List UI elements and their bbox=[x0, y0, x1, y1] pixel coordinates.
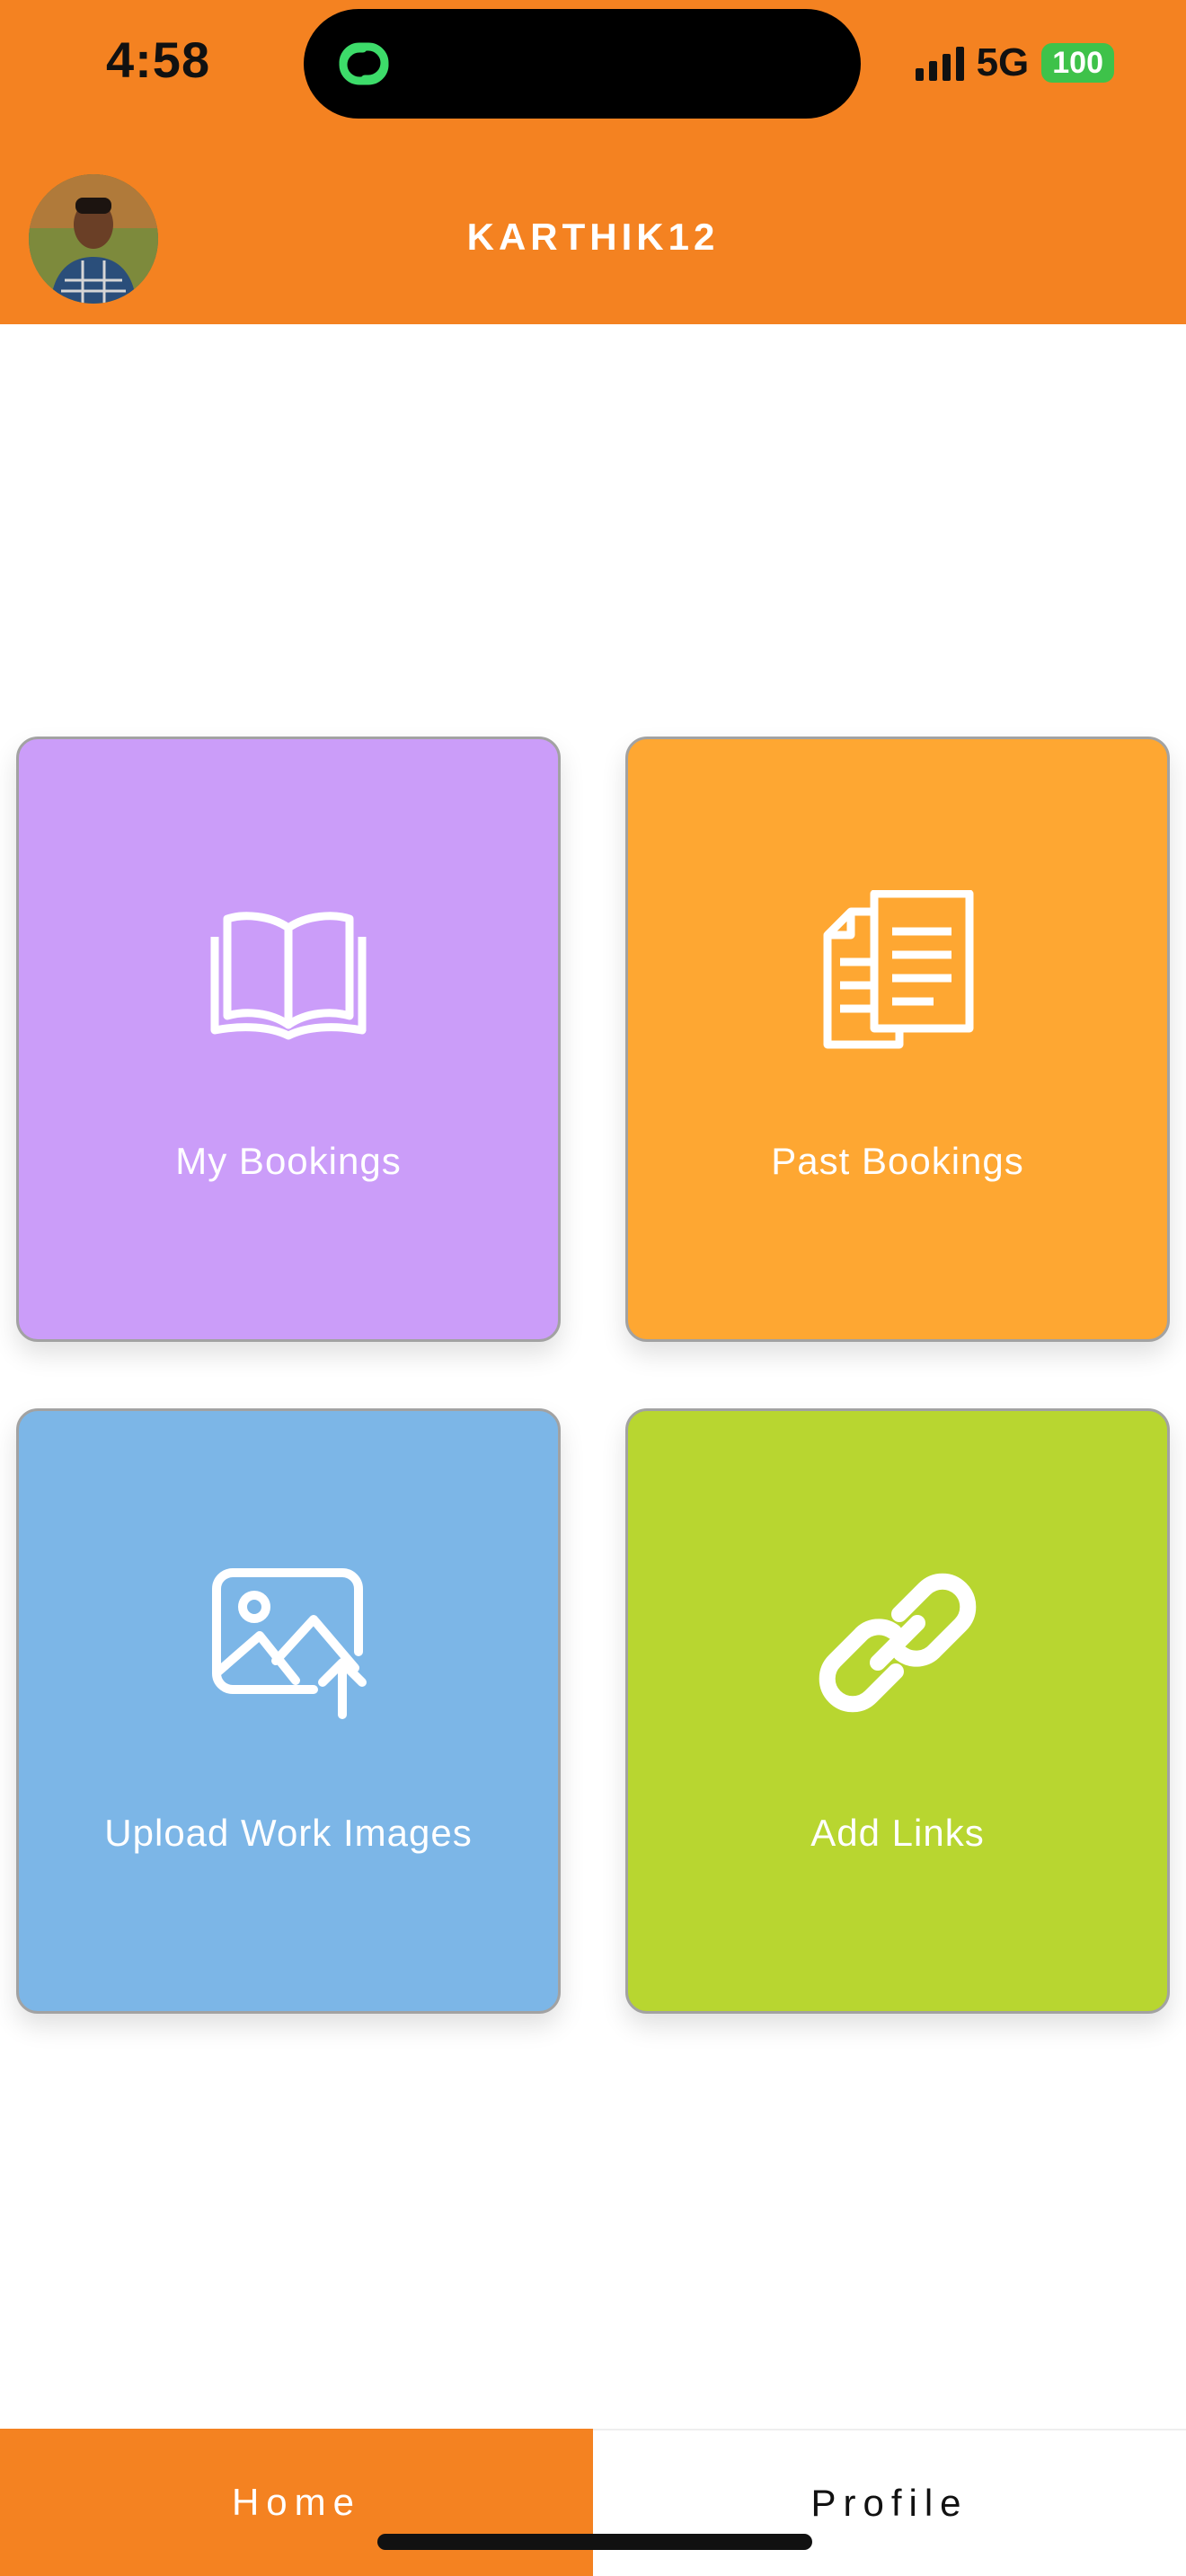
home-indicator bbox=[377, 2534, 812, 2550]
open-book-icon bbox=[210, 912, 367, 1040]
documents-icon bbox=[823, 890, 974, 1049]
upload-work-images-tile[interactable]: Upload Work Images bbox=[16, 1408, 561, 2014]
tile-label: Past Bookings bbox=[771, 1140, 1024, 1182]
bottom-tab-bar: Home Profile bbox=[0, 2429, 1186, 2576]
tile-label: Upload Work Images bbox=[104, 1812, 473, 1854]
add-links-tile[interactable]: Add Links bbox=[625, 1408, 1170, 2014]
network-type: 5G bbox=[976, 40, 1030, 84]
chain-link-app-icon bbox=[339, 42, 389, 85]
tile-label: Add Links bbox=[810, 1812, 985, 1854]
link-icon bbox=[819, 1573, 977, 1713]
status-indicators: 5G 100 bbox=[915, 36, 1114, 90]
dynamic-island bbox=[304, 9, 861, 119]
my-bookings-tile[interactable]: My Bookings bbox=[16, 737, 561, 1342]
tile-label: My Bookings bbox=[175, 1140, 402, 1182]
cellular-signal-icon bbox=[915, 45, 964, 81]
status-time: 4:58 bbox=[106, 31, 211, 88]
tab-profile[interactable]: Profile bbox=[593, 2429, 1186, 2576]
past-bookings-tile[interactable]: Past Bookings bbox=[625, 737, 1170, 1342]
app-header: 4:58 5G 100 KARTHIK12 bbox=[0, 0, 1186, 324]
page-title: KARTHIK12 bbox=[466, 216, 720, 258]
image-upload-icon bbox=[212, 1568, 367, 1719]
tab-home[interactable]: Home bbox=[0, 2429, 593, 2576]
battery-indicator: 100 bbox=[1041, 43, 1114, 83]
